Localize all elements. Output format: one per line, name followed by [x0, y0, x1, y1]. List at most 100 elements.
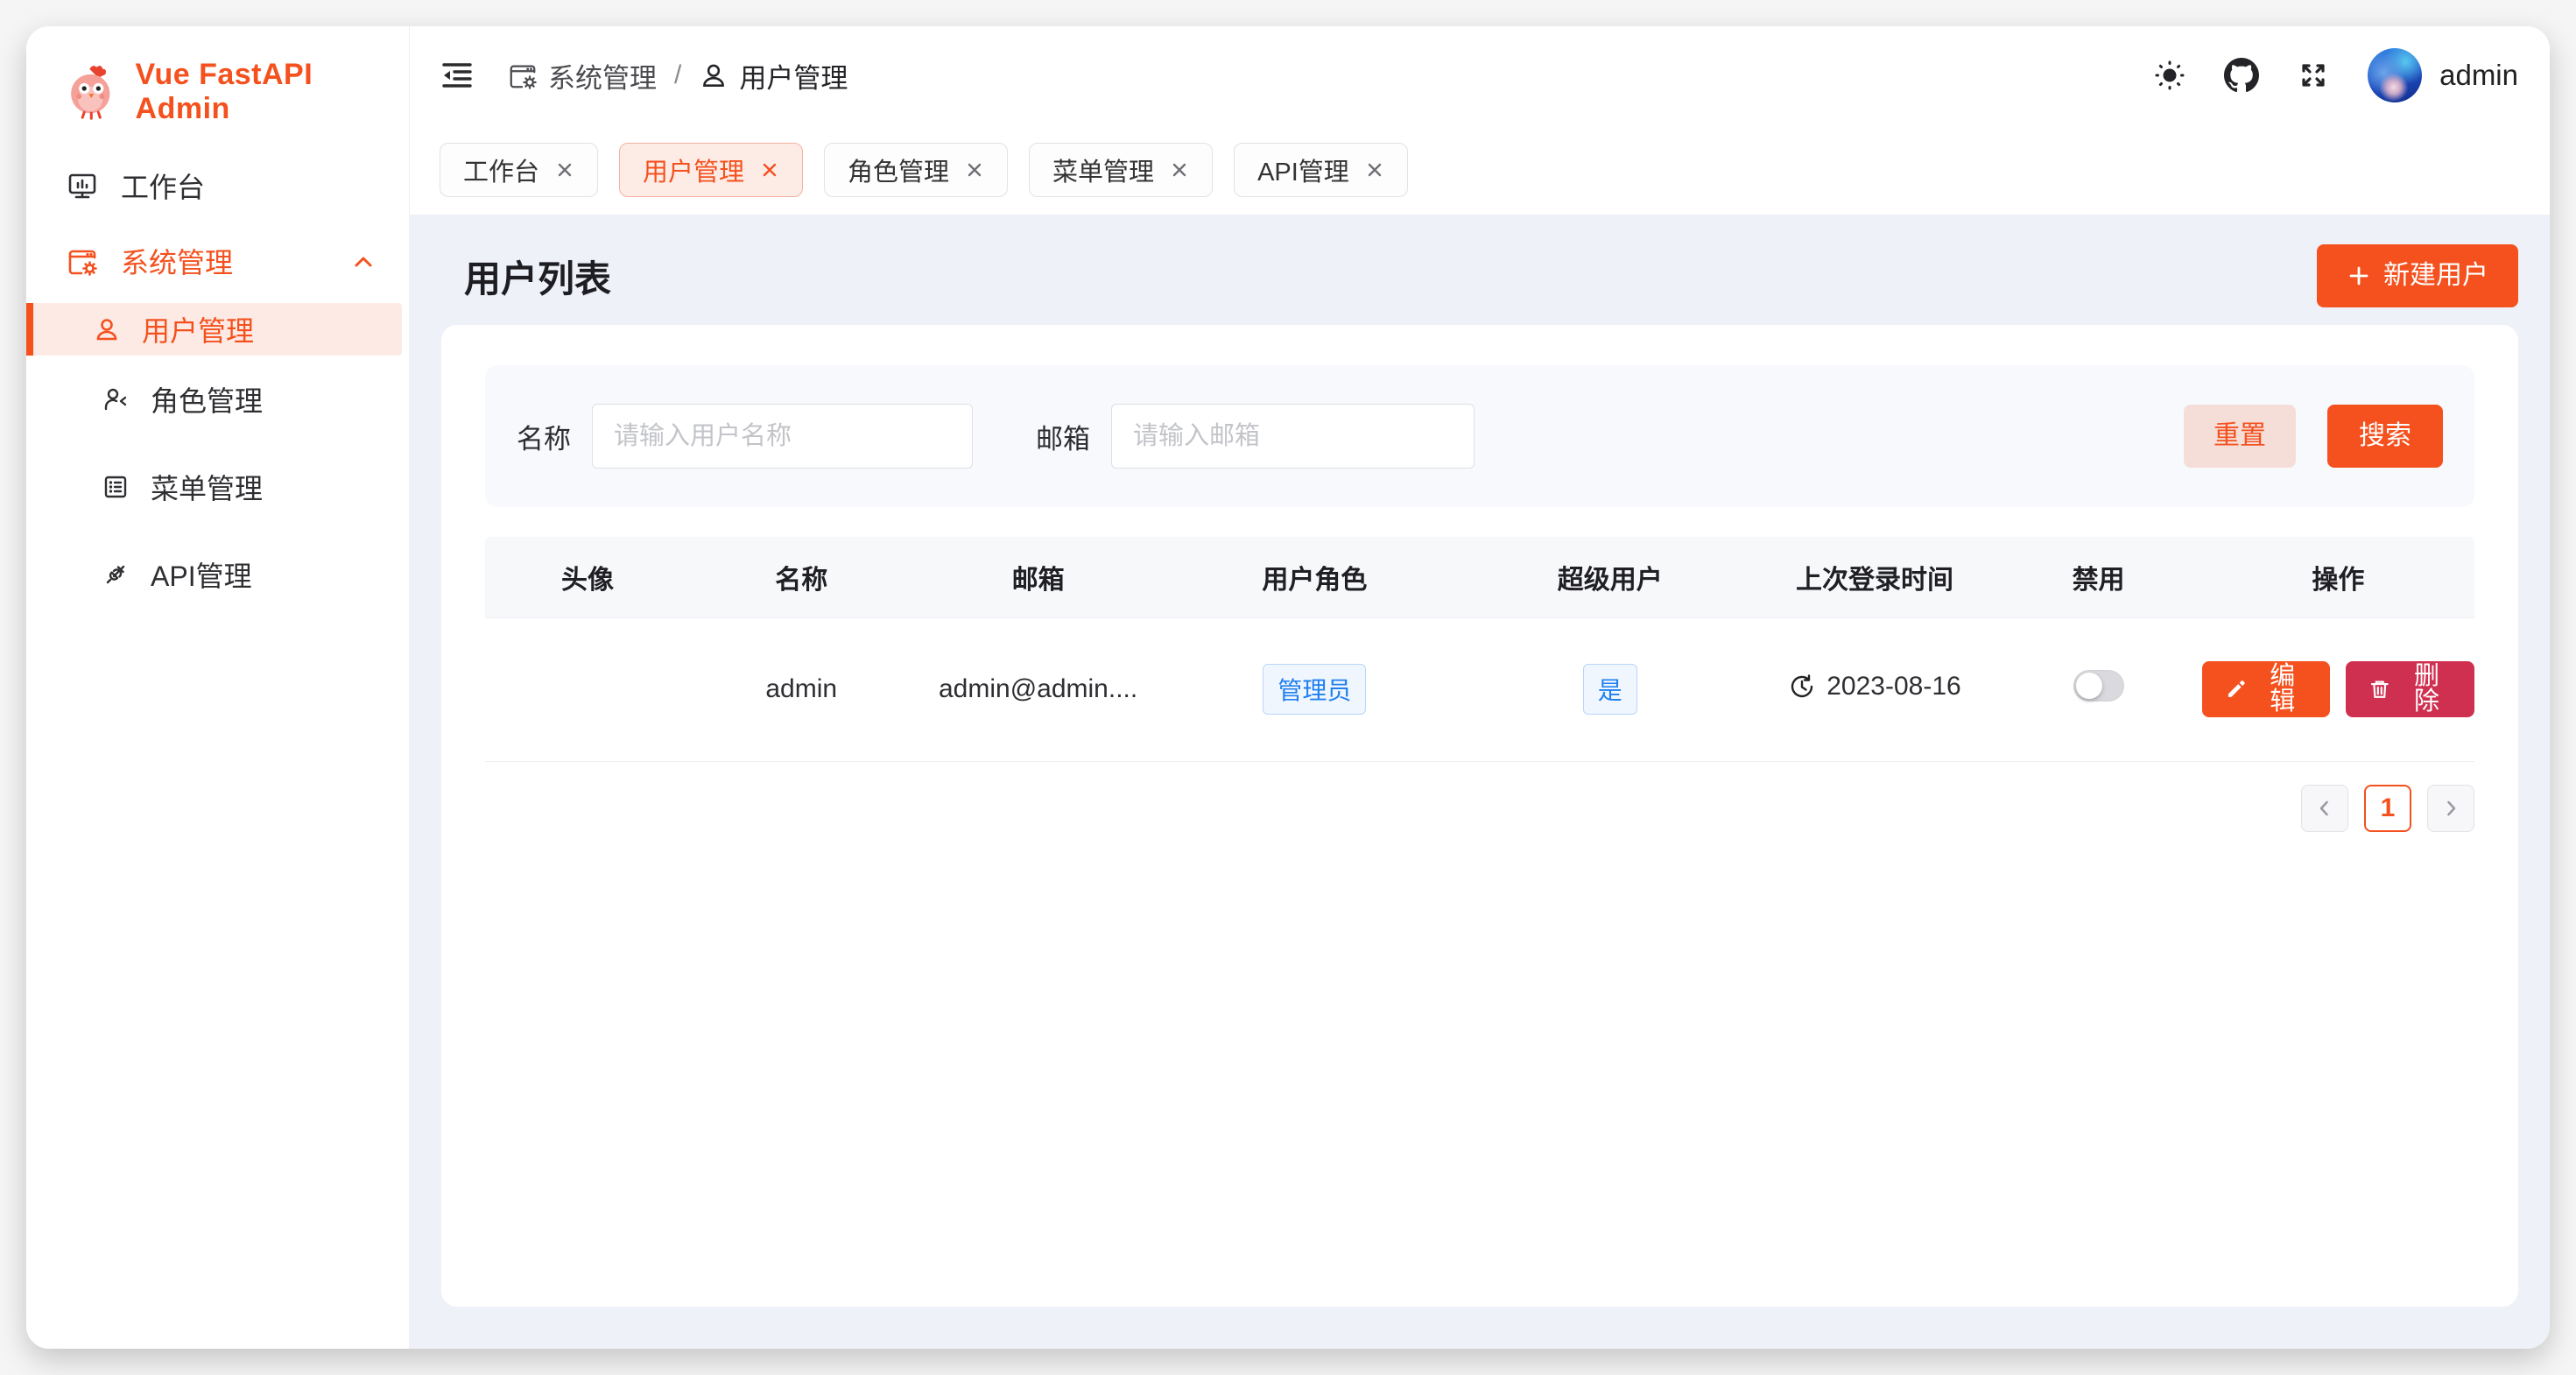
sidebar-menu: 工作台 系统管理	[26, 159, 409, 636]
user-icon	[699, 60, 728, 90]
column-header-disabled: 禁用	[1995, 537, 2201, 617]
trash-icon	[2368, 678, 2391, 701]
breadcrumb-item-users[interactable]: 用户管理	[699, 56, 848, 95]
edit-button[interactable]: 编辑	[2202, 661, 2331, 717]
sidebar-item-system[interactable]: 系统管理	[35, 235, 400, 287]
screen: Vue FastAPI Admin 工作台	[0, 0, 2576, 1375]
breadcrumb-item-system[interactable]: 系统管理	[508, 56, 657, 95]
close-icon[interactable]	[760, 160, 779, 180]
email-cell: admin@admin....	[912, 617, 1163, 761]
tab-workbench[interactable]: 工作台	[440, 143, 598, 197]
sidebar-item-menus[interactable]: 菜单管理	[35, 461, 400, 513]
reset-button-label: 重置	[2214, 423, 2266, 449]
tab-label: 用户管理	[643, 152, 744, 188]
pencil-icon	[2225, 678, 2248, 701]
topbar-actions: admin	[2152, 48, 2518, 102]
close-icon[interactable]	[555, 160, 574, 180]
breadcrumb-label: 用户管理	[739, 56, 848, 95]
tab-users[interactable]: 用户管理	[619, 143, 803, 197]
pagination-next-button[interactable]	[2427, 785, 2474, 832]
table-header-row: 头像 名称 邮箱 用户角色 超级用户 上次登录时间 禁用 操作	[485, 537, 2474, 617]
chevron-up-icon	[351, 249, 376, 273]
role-user-icon	[102, 385, 130, 413]
breadcrumb-label: 系统管理	[548, 56, 657, 95]
app-window: Vue FastAPI Admin 工作台	[26, 26, 2550, 1349]
tab-menus[interactable]: 菜单管理	[1029, 143, 1213, 197]
lastlogin-value: 2023-08-16	[1826, 672, 1960, 702]
page-title: 用户列表	[464, 250, 611, 303]
tab-label: 工作台	[463, 152, 539, 188]
column-header-superuser: 超级用户	[1466, 537, 1754, 617]
fullscreen-icon[interactable]	[2296, 58, 2331, 93]
role-cell: 管理员	[1164, 617, 1466, 761]
sidebar-item-workbench[interactable]: 工作台	[35, 159, 400, 212]
tab-bar: 工作台 用户管理 角色管理	[410, 124, 2550, 215]
pagination-page-1[interactable]: 1	[2364, 785, 2411, 832]
sidebar: Vue FastAPI Admin 工作台	[26, 26, 410, 1349]
tab-roles[interactable]: 角色管理	[824, 143, 1008, 197]
superuser-tag: 是	[1583, 664, 1637, 715]
github-icon[interactable]	[2224, 58, 2259, 93]
chick-mascot-icon	[63, 63, 120, 121]
tab-label: 菜单管理	[1052, 152, 1154, 188]
disabled-toggle[interactable]	[2073, 670, 2124, 702]
close-icon[interactable]	[1170, 160, 1189, 180]
users-table: 头像 名称 邮箱 用户角色 超级用户 上次登录时间 禁用 操作	[485, 537, 2474, 762]
close-icon[interactable]	[1365, 160, 1384, 180]
tab-api[interactable]: API管理	[1234, 143, 1408, 197]
actions-cell: 编辑 删除	[2202, 617, 2474, 761]
breadcrumb-separator: /	[674, 60, 681, 90]
filter-bar: 名称 邮箱 重置 搜索	[485, 365, 2474, 507]
new-user-button-label: 新建用户	[2383, 263, 2488, 289]
history-clock-icon	[1788, 673, 1816, 701]
pagination-prev-button[interactable]	[2301, 785, 2348, 832]
sidebar-item-label: 菜单管理	[151, 467, 263, 507]
sidebar-collapse-icon[interactable]	[438, 56, 476, 95]
sidebar-item-label: 工作台	[121, 166, 205, 206]
sidebar-item-users[interactable]: 用户管理	[26, 303, 402, 356]
name-filter-label: 名称	[517, 417, 571, 456]
avatar-cell	[485, 617, 690, 761]
toggle-knob	[2076, 673, 2102, 699]
top-bar: 系统管理 / 用户管理	[410, 26, 2550, 124]
chevron-left-icon	[2314, 798, 2335, 819]
email-filter-input[interactable]	[1111, 404, 1475, 469]
system-window-gear-icon	[508, 60, 538, 90]
page-content: 用户列表 新建用户 名称 邮箱	[410, 215, 2550, 1349]
reset-button[interactable]: 重置	[2184, 405, 2296, 468]
superuser-cell: 是	[1466, 617, 1754, 761]
tab-label: API管理	[1257, 152, 1349, 188]
sidebar-item-roles[interactable]: 角色管理	[35, 373, 400, 426]
close-icon[interactable]	[965, 160, 984, 180]
app-title: Vue FastAPI Admin	[136, 58, 409, 126]
user-icon	[93, 315, 121, 343]
chevron-right-icon	[2440, 798, 2461, 819]
tab-label: 角色管理	[848, 152, 949, 188]
sidebar-item-label: API管理	[151, 554, 252, 595]
username-label: admin	[2439, 59, 2518, 92]
name-filter-input[interactable]	[592, 404, 973, 469]
email-filter-label: 邮箱	[1036, 417, 1090, 456]
delete-button[interactable]: 删除	[2346, 661, 2474, 717]
avatar[interactable]	[2368, 48, 2422, 102]
main-area: 系统管理 / 用户管理	[410, 26, 2550, 1349]
workbench-monitor-icon	[67, 170, 98, 201]
user-menu[interactable]: admin	[2368, 48, 2518, 102]
breadcrumb: 系统管理 / 用户管理	[508, 56, 848, 95]
sidebar-item-label: 用户管理	[142, 309, 254, 349]
column-header-actions: 操作	[2202, 537, 2474, 617]
theme-sun-icon[interactable]	[2152, 58, 2187, 93]
column-header-email: 邮箱	[912, 537, 1163, 617]
disabled-cell	[1995, 617, 2201, 761]
lastlogin-cell: 2023-08-16	[1755, 617, 1995, 761]
sidebar-item-api[interactable]: API管理	[35, 548, 400, 601]
new-user-button[interactable]: 新建用户	[2317, 244, 2518, 307]
search-button[interactable]: 搜索	[2327, 405, 2443, 468]
sidebar-item-label: 角色管理	[151, 379, 263, 420]
app-logo[interactable]: Vue FastAPI Admin	[26, 26, 409, 128]
system-window-gear-icon	[67, 245, 98, 277]
delete-button-label: 删除	[2402, 664, 2452, 715]
column-header-name: 名称	[690, 537, 912, 617]
pagination: 1	[485, 785, 2474, 832]
column-header-avatar: 头像	[485, 537, 690, 617]
